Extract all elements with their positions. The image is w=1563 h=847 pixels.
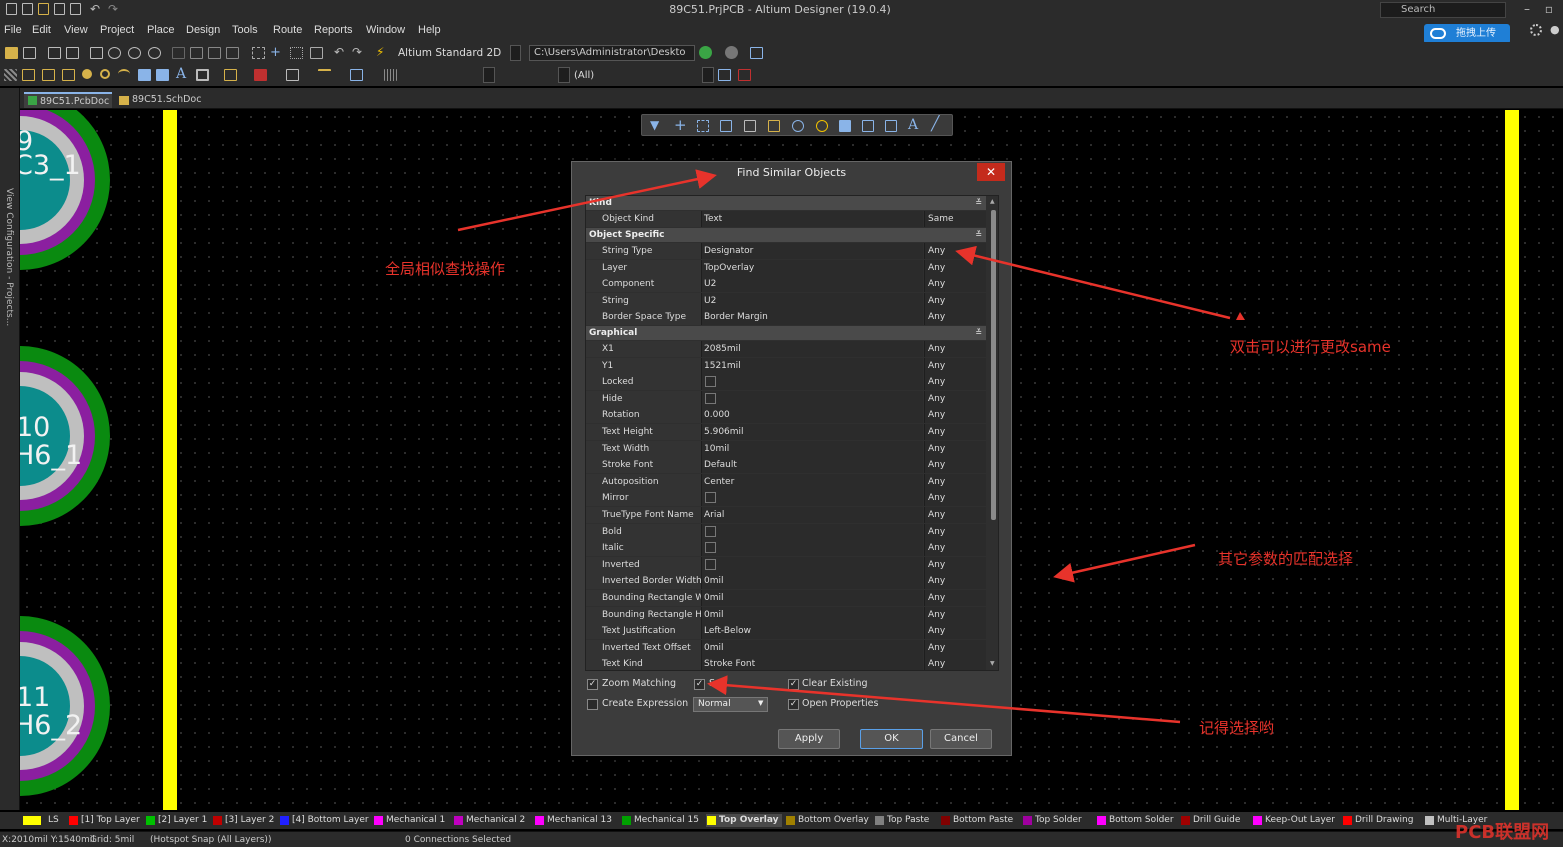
arrow-select xyxy=(707,675,1181,724)
layer-tab[interactable]: Mechanical 15 xyxy=(621,814,699,827)
layer-color-swatch xyxy=(707,816,716,825)
layer-tab[interactable]: Top Paste xyxy=(874,814,929,827)
layer-color-swatch xyxy=(622,816,631,825)
annotation-text: 记得选择哟 xyxy=(1199,719,1275,737)
layer-color-swatch xyxy=(1097,816,1106,825)
annotation-text: 全局相似查找操作 xyxy=(385,260,506,278)
layer-color-swatch xyxy=(454,816,463,825)
layer-label: Top Solder xyxy=(1035,815,1082,825)
annotation-text: 双击可以进行更改same xyxy=(1230,338,1391,356)
layer-color-swatch xyxy=(1343,816,1352,825)
layer-label: Mechanical 1 xyxy=(386,815,446,825)
layer-color-swatch xyxy=(875,816,884,825)
layer-label: Top Paste xyxy=(887,815,930,825)
layer-tab[interactable]: Bottom Overlay xyxy=(785,814,869,827)
layer-color-swatch xyxy=(786,816,795,825)
layer-tab[interactable]: Mechanical 1 xyxy=(373,814,445,827)
layer-label: Drill Drawing xyxy=(1355,815,1414,825)
layer-color-swatch xyxy=(23,816,41,825)
arrow-same xyxy=(955,245,1231,320)
layer-tab[interactable]: Top Overlay xyxy=(706,814,782,827)
layer-tab[interactable]: [3] Layer 2 xyxy=(212,814,274,827)
layer-label: Drill Guide xyxy=(1193,815,1241,825)
marker-triangle xyxy=(1236,312,1245,320)
layer-tab[interactable]: Mechanical 2 xyxy=(453,814,525,827)
layer-color-swatch xyxy=(374,816,383,825)
layer-tab[interactable]: Drill Drawing xyxy=(1342,814,1413,827)
layer-color-swatch xyxy=(280,816,289,825)
layer-color-swatch xyxy=(69,816,78,825)
layer-color-swatch xyxy=(1023,816,1032,825)
layer-label: Mechanical 2 xyxy=(466,815,526,825)
layer-color-swatch xyxy=(213,816,222,825)
layer-label: [4] Bottom Layer xyxy=(292,815,369,825)
layer-tab[interactable]: [2] Layer 1 xyxy=(145,814,207,827)
layer-label: Mechanical 13 xyxy=(547,815,612,825)
watermark: PCB联盟网 xyxy=(1455,822,1550,843)
layer-tab[interactable]: Bottom Paste xyxy=(940,814,1013,827)
layer-color-swatch xyxy=(1425,816,1434,825)
arrow-params xyxy=(1053,543,1196,583)
annotation-arrows xyxy=(457,169,1245,724)
arrow-title xyxy=(457,169,717,232)
layer-tab[interactable]: LS xyxy=(22,814,59,827)
layer-color-swatch xyxy=(941,816,950,825)
layer-color-swatch xyxy=(1253,816,1262,825)
status-bar: X:2010mil Y:1540mil Grid: 5mil (Hotspot … xyxy=(0,831,1563,847)
layer-label: Keep-Out Layer xyxy=(1265,815,1336,825)
layer-tab[interactable]: Bottom Solder xyxy=(1096,814,1174,827)
status-grid: Grid: 5mil xyxy=(90,835,135,845)
layer-label: Mechanical 15 xyxy=(634,815,699,825)
status-snap: (Hotspot Snap (All Layers)) xyxy=(150,835,272,845)
layer-label: Bottom Paste xyxy=(953,815,1014,825)
layer-tab[interactable]: Keep-Out Layer xyxy=(1252,814,1335,827)
status-coords: X:2010mil Y:1540mil xyxy=(2,835,95,845)
layer-tab[interactable]: [1] Top Layer xyxy=(68,814,140,827)
annotation-text: 其它参数的匹配选择 xyxy=(1218,550,1354,568)
layer-tab[interactable]: [4] Bottom Layer xyxy=(279,814,369,827)
layer-label: [2] Layer 1 xyxy=(158,815,208,825)
layer-tab[interactable]: Drill Guide xyxy=(1180,814,1240,827)
layer-color-swatch xyxy=(1181,816,1190,825)
layer-label: [3] Layer 2 xyxy=(225,815,275,825)
layer-label: LS xyxy=(48,815,59,825)
layer-color-swatch xyxy=(146,816,155,825)
layer-color-swatch xyxy=(535,816,544,825)
layer-label: Top Overlay xyxy=(719,815,779,825)
layer-tab[interactable]: Mechanical 13 xyxy=(534,814,612,827)
layer-tabs: LS [1] Top Layer [2] Layer 1 [3] Layer 2 [4]… xyxy=(0,812,1563,829)
layer-tab[interactable]: Top Solder xyxy=(1022,814,1082,827)
layer-label: Bottom Overlay xyxy=(798,815,869,825)
layer-label: Bottom Solder xyxy=(1109,815,1174,825)
status-connections: 0 Connections Selected xyxy=(405,835,512,845)
layer-label: [1] Top Layer xyxy=(81,815,140,825)
